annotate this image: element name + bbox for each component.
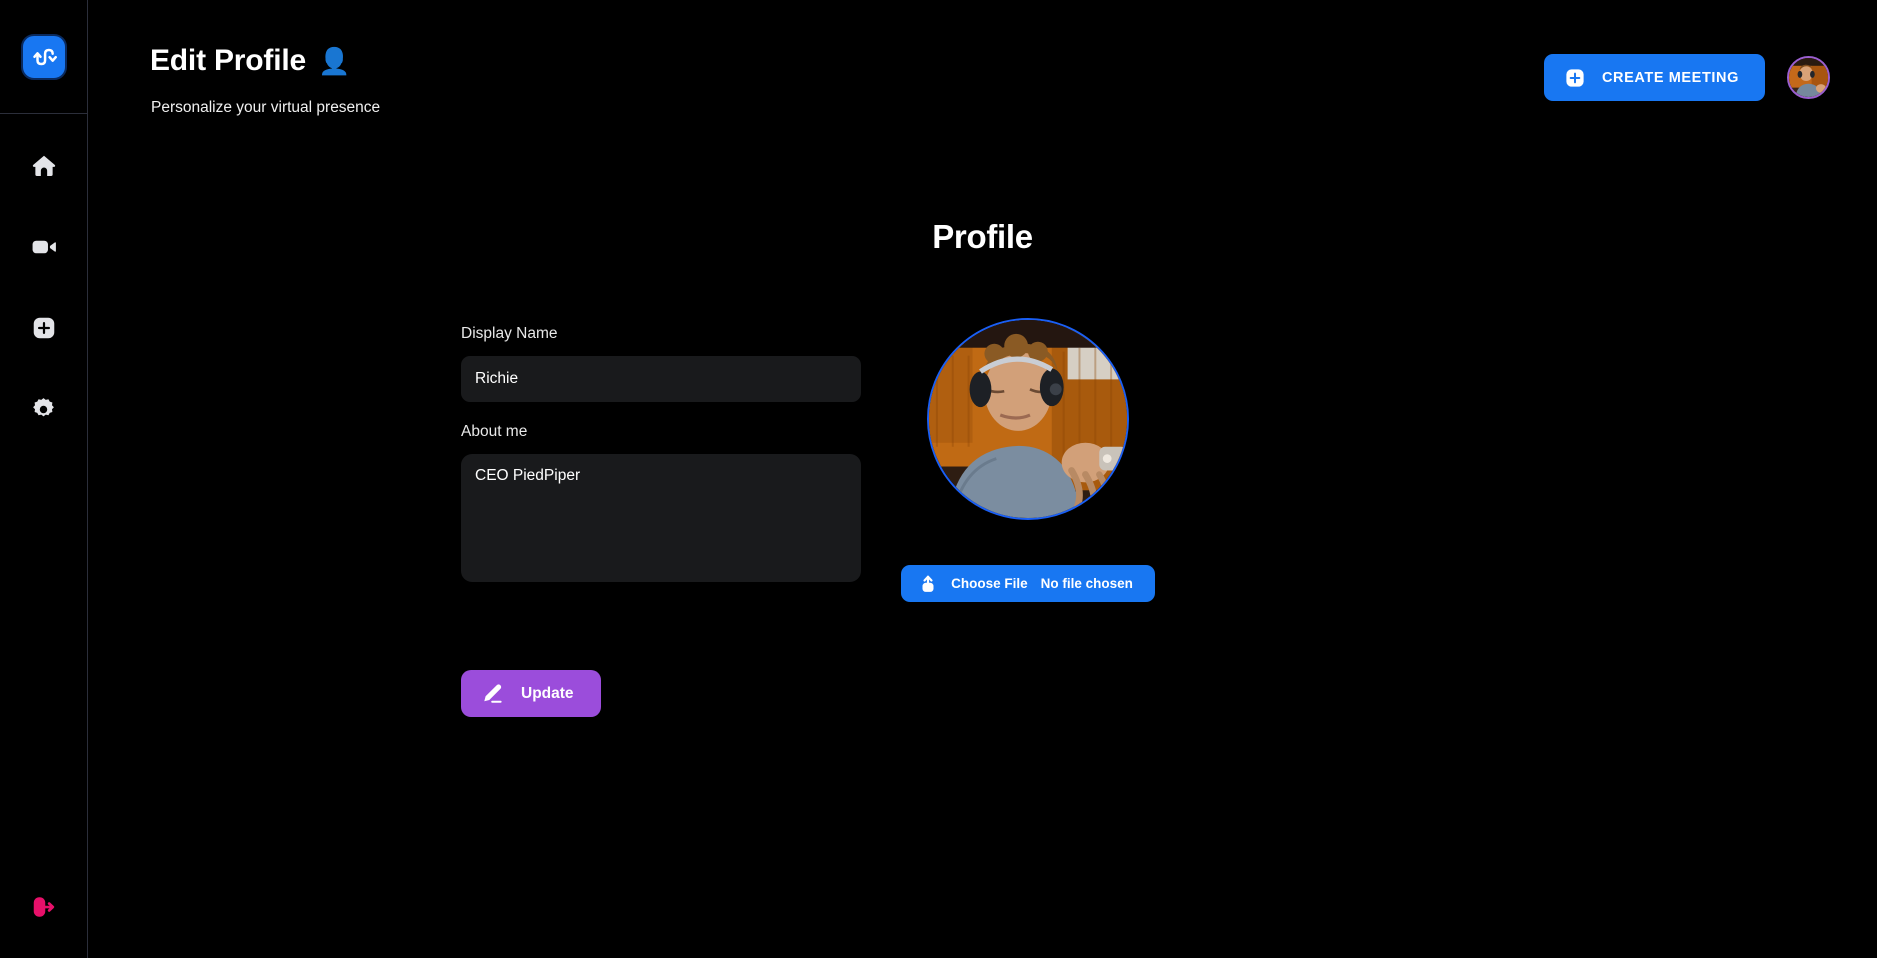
page-title: Edit Profile xyxy=(150,44,306,77)
topbar: Edit Profile 👤 Personalize your virtual … xyxy=(88,0,1877,140)
user-avatar-image xyxy=(1789,58,1828,97)
app-logo[interactable] xyxy=(20,33,67,80)
avatar[interactable] xyxy=(1787,56,1830,99)
page-heading: Edit Profile 👤 xyxy=(150,44,350,78)
gear-icon xyxy=(30,396,57,423)
profile-heading: Profile xyxy=(932,218,1033,255)
sidebar-item-meetings[interactable] xyxy=(22,225,66,269)
main-area: Edit Profile 👤 Personalize your virtual … xyxy=(88,0,1877,958)
person-bust-icon: 👤 xyxy=(317,46,351,76)
file-status-label: No file chosen xyxy=(1040,576,1133,591)
topbar-actions: CREATE MEETING xyxy=(1543,54,1830,101)
sidebar xyxy=(0,0,88,958)
choose-file-label: Choose File xyxy=(951,576,1028,591)
update-button-label: Update xyxy=(521,684,574,702)
video-camera-icon xyxy=(30,233,58,261)
app-root: Edit Profile 👤 Personalize your virtual … xyxy=(0,0,1877,958)
about-me-textarea[interactable]: CEO PiedPiper xyxy=(461,454,861,582)
display-name-input[interactable] xyxy=(461,356,861,402)
update-button[interactable]: Update xyxy=(461,670,601,717)
create-meeting-label: CREATE MEETING xyxy=(1601,69,1739,86)
display-name-label: Display Name xyxy=(461,325,558,342)
plus-square-icon xyxy=(30,314,58,342)
sidebar-item-new[interactable] xyxy=(22,306,66,350)
choose-file-button[interactable]: Choose File No file chosen xyxy=(901,565,1155,602)
about-me-label: About me xyxy=(461,423,528,440)
pencil-edit-icon xyxy=(480,682,504,706)
logo-container xyxy=(0,0,87,114)
sidebar-nav xyxy=(0,114,87,431)
home-icon xyxy=(30,152,58,180)
sidebar-item-home[interactable] xyxy=(22,144,66,188)
plus-square-icon xyxy=(1564,67,1586,89)
profile-photo-section: Choose File No file chosen xyxy=(888,318,1168,602)
profile-photo[interactable] xyxy=(927,318,1129,520)
create-meeting-button[interactable]: CREATE MEETING xyxy=(1543,54,1765,101)
profile-form: Display Name About me CEO PiedPiper xyxy=(461,325,861,582)
upload-icon xyxy=(918,574,938,594)
profile-photo-image xyxy=(929,320,1127,518)
sidebar-item-settings[interactable] xyxy=(22,387,66,431)
sidebar-item-logout[interactable] xyxy=(0,892,86,922)
swap-arrows-logo-icon xyxy=(31,44,57,70)
logout-icon xyxy=(28,892,58,922)
page-subtitle: Personalize your virtual presence xyxy=(151,99,381,116)
